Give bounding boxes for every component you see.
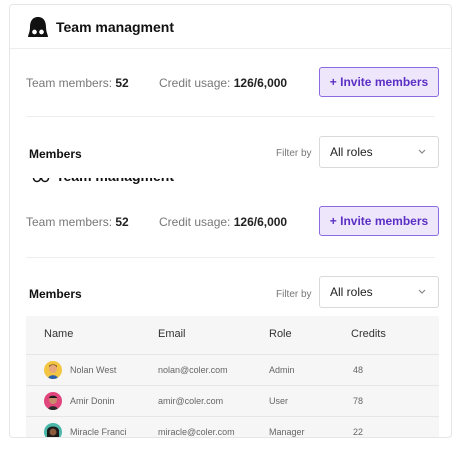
credit-usage-label: Credit usage:	[159, 215, 231, 229]
column-header-email: Email	[158, 328, 186, 340]
table-row[interactable]: Amir Donin amir@coler.com User 78	[26, 385, 439, 416]
team-members-value: 52	[115, 215, 129, 229]
role-filter-select[interactable]: All roles	[319, 136, 439, 168]
divider	[26, 116, 435, 117]
column-header-credits: Credits	[351, 328, 386, 340]
logo-icon	[28, 17, 48, 37]
team-members-value: 52	[115, 76, 129, 90]
card-header: Team managment	[10, 5, 451, 49]
member-role: Manager	[269, 427, 305, 437]
avatar	[44, 423, 62, 437]
credit-usage-value: 126/6,000	[233, 76, 288, 90]
filter-label: Filter by	[276, 148, 312, 159]
member-role: User	[269, 396, 289, 406]
member-name: Amir Donin	[70, 396, 115, 406]
column-header-name: Name	[44, 328, 74, 340]
filter-label: Filter by	[276, 289, 312, 300]
credit-usage-value: 126/6,000	[233, 215, 288, 229]
chevron-down-icon	[418, 149, 426, 154]
avatar	[44, 392, 62, 410]
logo-icon	[32, 178, 50, 183]
team-members-label: Team members:	[26, 215, 113, 229]
invite-members-button[interactable]: + Invite members	[319, 67, 439, 97]
members-title: Members	[29, 147, 82, 161]
role-filter-select[interactable]: All roles	[319, 276, 439, 308]
table-row[interactable]: Nolan West nolan@coler.com Admin 48	[26, 354, 439, 385]
credit-usage-label: Credit usage:	[159, 76, 231, 90]
table-row[interactable]: Miracle Franci miracle@coler.com Manager…	[26, 416, 439, 437]
app-title: Team managment	[56, 178, 174, 184]
team-card-front: Team managment Team members: 52 Credit u…	[9, 178, 452, 438]
member-email: miracle@coler.com	[158, 427, 235, 437]
team-members-stat: Team members: 52	[26, 215, 129, 229]
members-table: Name Email Role Credits Nolan West nolan…	[26, 316, 439, 437]
member-email: amir@coler.com	[158, 396, 224, 406]
member-role: Admin	[269, 365, 295, 375]
chevron-down-icon	[418, 289, 426, 294]
credit-usage-stat: Credit usage: 126/6,000	[159, 215, 287, 229]
member-credits: 22	[353, 427, 364, 437]
divider	[26, 257, 435, 258]
role-filter-value: All roles	[330, 145, 373, 159]
table-header: Name Email Role Credits	[26, 316, 439, 354]
member-name: Nolan West	[70, 365, 117, 375]
avatar	[44, 361, 62, 379]
member-credits: 78	[353, 396, 364, 406]
team-card-back: Team managment Team members: 52 Credit u…	[9, 4, 452, 204]
team-members-label: Team members:	[26, 76, 113, 90]
member-credits: 48	[353, 365, 364, 375]
column-header-role: Role	[269, 328, 292, 340]
team-members-stat: Team members: 52	[26, 76, 129, 90]
members-title: Members	[29, 287, 82, 301]
credit-usage-stat: Credit usage: 126/6,000	[159, 76, 287, 90]
invite-members-button[interactable]: + Invite members	[319, 206, 439, 236]
app-title: Team managment	[56, 19, 174, 35]
member-name: Miracle Franci	[70, 427, 127, 437]
member-email: nolan@coler.com	[158, 365, 228, 375]
role-filter-value: All roles	[330, 285, 373, 299]
